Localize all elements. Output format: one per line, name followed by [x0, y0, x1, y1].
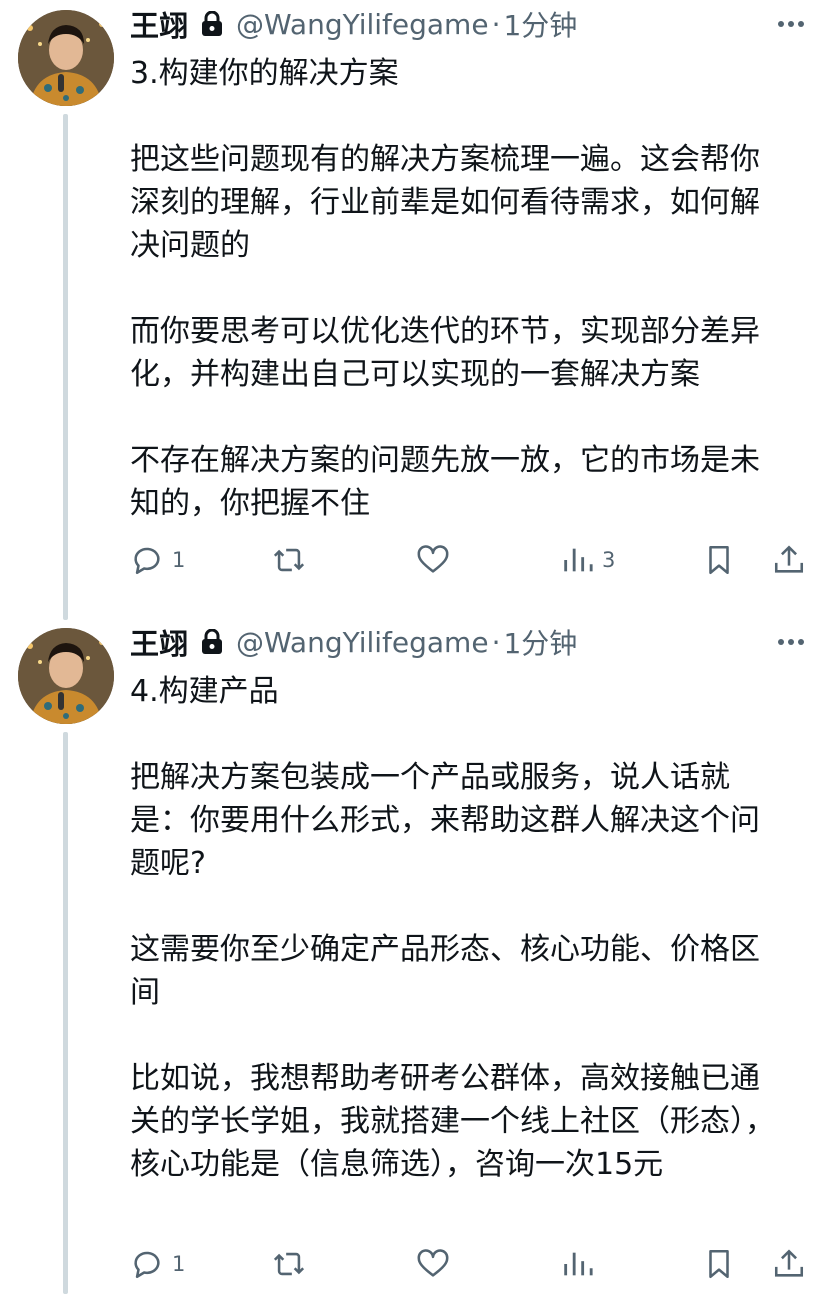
author-handle[interactable]: @WangYilifegame — [236, 626, 489, 659]
reply-icon — [134, 1251, 160, 1279]
avatar[interactable] — [18, 628, 114, 724]
like-icon — [417, 1249, 449, 1277]
more-icon[interactable] — [776, 630, 806, 654]
share-icon — [774, 1249, 804, 1277]
avatar-image — [18, 628, 114, 724]
separator: · — [491, 625, 501, 659]
bookmark-button[interactable] — [702, 540, 736, 580]
author-handle[interactable]: @WangYilifegame — [236, 8, 489, 41]
share-icon — [774, 545, 804, 573]
author-name[interactable]: 王翊 — [130, 3, 188, 45]
retweet-button[interactable] — [272, 540, 314, 580]
avatar-image — [18, 10, 114, 106]
bookmark-button[interactable] — [702, 1244, 736, 1284]
views-icon — [564, 548, 593, 572]
reply-icon — [134, 547, 160, 575]
timestamp[interactable]: 1分钟 — [503, 622, 577, 662]
reply-count: 1 — [172, 548, 186, 572]
share-button[interactable] — [772, 540, 806, 580]
retweet-icon — [273, 1252, 305, 1276]
views-button[interactable]: 3 — [560, 540, 615, 580]
lock-icon — [200, 628, 224, 655]
reply-button[interactable]: 1 — [130, 540, 185, 580]
thread-line — [63, 114, 68, 620]
tweet-header: 王翊 @WangYilifegame · 1分钟 — [130, 618, 828, 666]
views-button[interactable] — [560, 1244, 602, 1284]
lock-icon — [200, 10, 224, 37]
retweet-icon — [273, 548, 305, 572]
separator: · — [491, 7, 501, 41]
like-icon — [417, 545, 449, 573]
tweet-1[interactable]: 王翊 @WangYilifegame · 1分钟 3.构建你的解决方案 把这些问… — [0, 0, 828, 620]
action-bar: 1 — [130, 1244, 810, 1284]
author-name[interactable]: 王翊 — [130, 621, 188, 663]
tweet-text: 3.构建你的解决方案 把这些问题现有的解决方案梳理一遍。这会帮你深刻的理解，行业… — [130, 56, 760, 521]
share-button[interactable] — [772, 1244, 806, 1284]
thread-line — [63, 732, 68, 1294]
tweet-2[interactable]: 王翊 @WangYilifegame · 1分钟 4.构建产品 把解决方案包装成… — [0, 618, 828, 1294]
reply-button[interactable]: 1 — [130, 1244, 185, 1284]
view-count: 3 — [602, 548, 616, 572]
reply-count: 1 — [172, 1252, 186, 1276]
like-button[interactable] — [416, 540, 458, 580]
action-bar: 1 3 — [130, 540, 810, 580]
avatar[interactable] — [18, 10, 114, 106]
bookmark-icon — [709, 545, 729, 575]
timestamp[interactable]: 1分钟 — [503, 4, 577, 44]
bookmark-icon — [709, 1249, 729, 1279]
like-button[interactable] — [416, 1244, 458, 1284]
tweet-header: 王翊 @WangYilifegame · 1分钟 — [130, 0, 828, 48]
more-icon[interactable] — [776, 12, 806, 36]
tweet-text: 4.构建产品 把解决方案包装成一个产品或服务，说人话就是：你要用什么形式，来帮助… — [130, 674, 775, 1182]
retweet-button[interactable] — [272, 1244, 314, 1284]
views-icon — [564, 1252, 593, 1276]
